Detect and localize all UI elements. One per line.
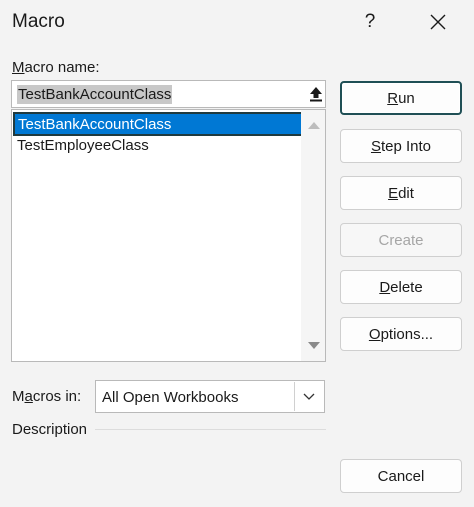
list-scrollbar[interactable] [301, 110, 325, 361]
list-item[interactable]: TestEmployeeClass [14, 135, 302, 157]
cancel-button[interactable]: Cancel [340, 459, 462, 493]
help-icon: ? [364, 11, 376, 32]
macro-list[interactable]: TestBankAccountClass TestEmployeeClass [11, 109, 326, 362]
dialog-title: Macro [12, 11, 65, 32]
macro-name-value: TestBankAccountClass [17, 85, 173, 104]
macro-name-input[interactable]: TestBankAccountClass [11, 80, 326, 108]
options-button[interactable]: Options... [340, 317, 462, 351]
chevron-down-icon [303, 393, 315, 400]
run-button[interactable]: Run [340, 81, 462, 115]
title-bar: Macro ? [0, 0, 474, 46]
macro-name-label: Macro name: [12, 59, 100, 76]
help-button[interactable]: ? [352, 4, 388, 40]
description-label: Description [12, 421, 88, 438]
macros-in-label: Macros in: [12, 388, 82, 405]
close-icon [430, 14, 446, 30]
macro-dialog: Macro ? Macro name: TestBankAccountClass… [0, 0, 474, 507]
description-divider [95, 429, 326, 430]
edit-button[interactable]: Edit [340, 176, 462, 210]
scroll-down-icon[interactable] [308, 342, 320, 349]
delete-button[interactable]: Delete [340, 270, 462, 304]
upload-arrow-icon [310, 87, 322, 102]
scroll-up-icon[interactable] [308, 122, 320, 129]
macros-in-select[interactable]: All Open Workbooks [95, 380, 325, 413]
close-button[interactable] [420, 4, 456, 40]
macros-in-dropdown-button[interactable] [294, 382, 323, 411]
select-reference-button[interactable] [304, 82, 328, 106]
step-into-button[interactable]: Step Into [340, 129, 462, 163]
create-button[interactable]: Create [340, 223, 462, 257]
macros-in-value: All Open Workbooks [102, 389, 239, 406]
list-item[interactable]: TestBankAccountClass [13, 112, 303, 136]
